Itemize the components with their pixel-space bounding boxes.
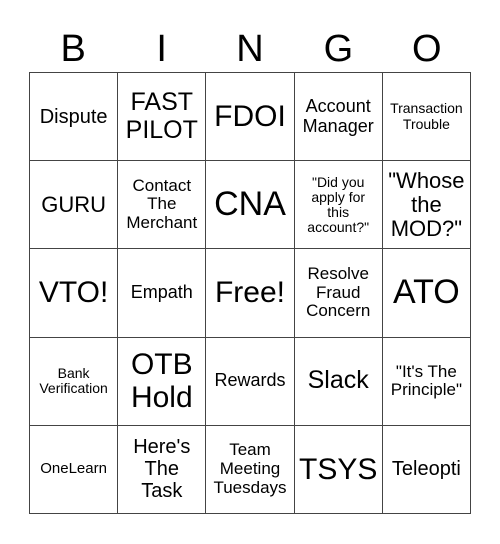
bingo-header: B I N G O: [29, 26, 471, 72]
bingo-cell[interactable]: Empath: [118, 249, 207, 338]
bingo-cell[interactable]: "It's The Principle": [382, 337, 471, 426]
bingo-cell[interactable]: OneLearn: [30, 425, 119, 514]
bingo-cell[interactable]: Slack: [294, 337, 383, 426]
header-letter-n: N: [236, 28, 264, 70]
bingo-cell[interactable]: FDOI: [206, 73, 295, 162]
bingo-cell[interactable]: Here's The Task: [118, 425, 207, 514]
bingo-cell[interactable]: Resolve Fraud Concern: [294, 249, 383, 338]
bingo-grid: Dispute FAST PILOT FDOI Account Manager …: [29, 72, 471, 514]
bingo-cell[interactable]: Bank Verification: [30, 337, 119, 426]
header-letter-o: O: [412, 28, 442, 70]
bingo-cell[interactable]: VTO!: [30, 249, 119, 338]
bingo-cell[interactable]: OTB Hold: [118, 337, 207, 426]
bingo-cell[interactable]: FAST PILOT: [118, 73, 207, 162]
bingo-cell[interactable]: CNA: [206, 161, 295, 250]
bingo-cell[interactable]: Transaction Trouble: [382, 73, 471, 162]
header-letter-b: B: [60, 28, 86, 70]
bingo-cell[interactable]: "Whose the MOD?": [382, 161, 471, 250]
bingo-cell[interactable]: Teleopti: [382, 425, 471, 514]
bingo-cell[interactable]: Account Manager: [294, 73, 383, 162]
bingo-cell[interactable]: GURU: [30, 161, 119, 250]
free-space-cell[interactable]: Free!: [206, 249, 295, 338]
bingo-cell[interactable]: TSYS: [294, 425, 383, 514]
bingo-cell[interactable]: "Did you apply for this account?": [294, 161, 383, 250]
header-letter-i: I: [156, 28, 167, 70]
bingo-cell[interactable]: ATO: [382, 249, 471, 338]
bingo-cell[interactable]: Team Meeting Tuesdays: [206, 425, 295, 514]
bingo-cell[interactable]: Contact The Merchant: [118, 161, 207, 250]
bingo-cell[interactable]: Dispute: [30, 73, 119, 162]
bingo-cell[interactable]: Rewards: [206, 337, 295, 426]
header-letter-g: G: [323, 28, 354, 70]
